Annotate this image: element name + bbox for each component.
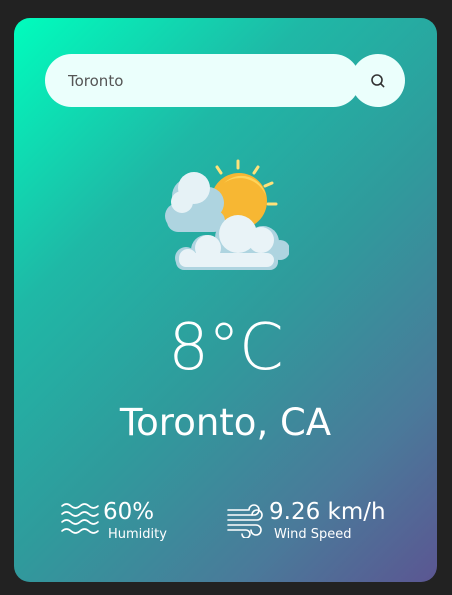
humidity-label: Humidity <box>108 527 167 542</box>
humidity-value: 60% <box>103 499 155 525</box>
temperature: 8°C <box>168 311 283 385</box>
weather-card: 8°C Toronto, CA 60% Humidity 9.26 km/h W… <box>14 18 437 582</box>
search-button[interactable] <box>351 54 405 107</box>
city-name: Toronto, CA <box>119 401 332 444</box>
wind-stat: 9.26 km/h Wind Speed <box>226 496 426 546</box>
humidity-waves-icon <box>61 503 99 534</box>
wind-label: Wind Speed <box>274 527 352 542</box>
wind-icon <box>227 504 263 538</box>
wind-value: 9.26 km/h <box>269 499 386 525</box>
partly-cloudy-icon <box>165 159 289 270</box>
humidity-stat: 60% Humidity <box>61 496 231 546</box>
search-input[interactable] <box>45 54 360 107</box>
search-bar <box>45 54 405 107</box>
search-icon <box>371 73 385 87</box>
